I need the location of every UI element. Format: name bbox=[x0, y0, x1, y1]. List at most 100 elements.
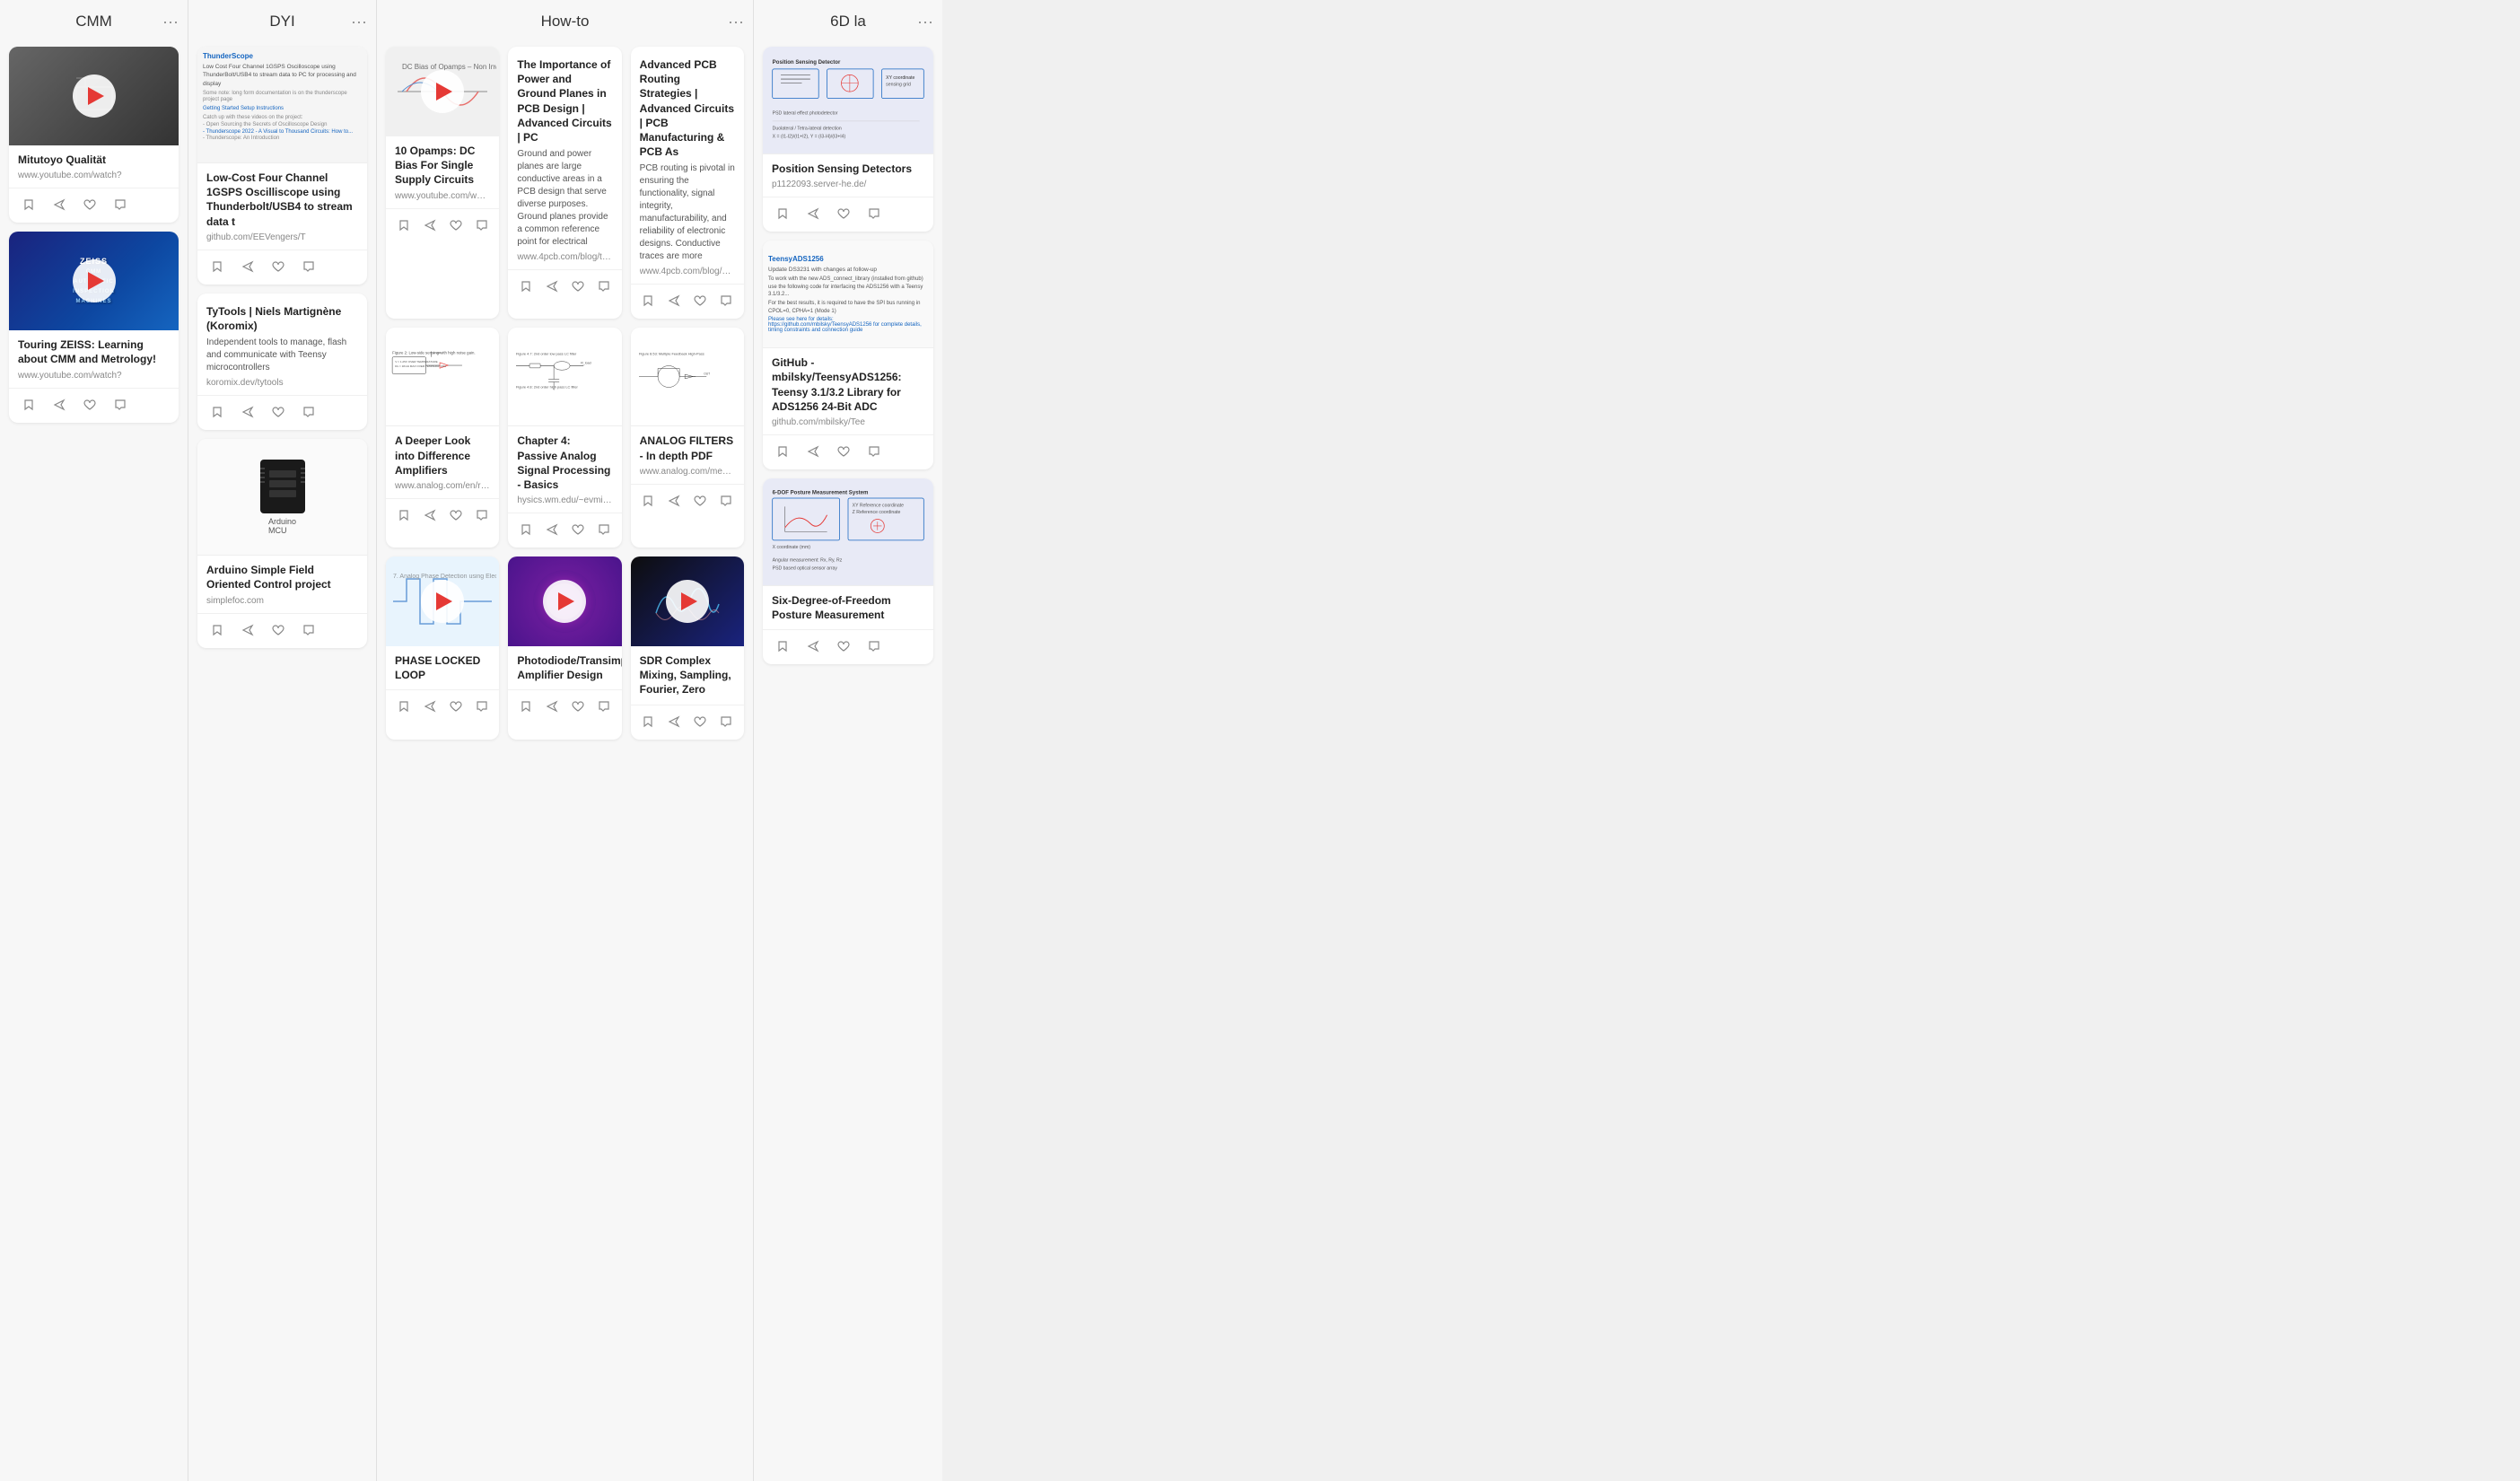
column-menu-cmm[interactable]: ··· bbox=[162, 13, 179, 31]
comment-btn-cmm-1[interactable] bbox=[106, 192, 135, 217]
bookmark-btn-howto-7[interactable] bbox=[391, 694, 416, 719]
comment-btn-6d-3[interactable] bbox=[860, 634, 888, 659]
card-howto-1[interactable]: DC Bias of Opamps – Non Inverting Amplif… bbox=[386, 47, 499, 319]
share-btn-howto-5[interactable] bbox=[539, 517, 564, 542]
bookmark-btn-howto-1[interactable] bbox=[391, 213, 416, 238]
share-btn-dyi-2[interactable] bbox=[233, 399, 262, 425]
card-cmm-1[interactable]: Mitutoyo Qualität www.youtube.com/watch? bbox=[9, 47, 179, 223]
heart-btn-6d-2[interactable] bbox=[829, 439, 858, 464]
bookmark-btn-6d-3[interactable] bbox=[768, 634, 797, 659]
heart-btn-cmm-2[interactable] bbox=[75, 392, 104, 417]
heart-btn-howto-9[interactable] bbox=[688, 709, 713, 734]
heart-btn-howto-1[interactable] bbox=[443, 213, 468, 238]
column-menu-6d[interactable]: ··· bbox=[917, 13, 933, 31]
share-btn-howto-1[interactable] bbox=[417, 213, 442, 238]
card-content-howto-6: ANALOG FILTERS - In depth PDF www.analog… bbox=[631, 426, 744, 483]
bookmark-btn-howto-3[interactable] bbox=[636, 288, 661, 313]
heart-btn-dyi-2[interactable] bbox=[264, 399, 293, 425]
heart-btn-6d-3[interactable] bbox=[829, 634, 858, 659]
share-btn-howto-4[interactable] bbox=[417, 503, 442, 528]
heart-btn-howto-7[interactable] bbox=[443, 694, 468, 719]
share-btn-howto-9[interactable] bbox=[662, 709, 687, 734]
comment-btn-dyi-3[interactable] bbox=[294, 618, 323, 643]
heart-btn-howto-8[interactable] bbox=[565, 694, 590, 719]
card-howto-5[interactable]: Figure 4.7: 2nd order low pass LC filter… bbox=[508, 328, 621, 548]
comment-btn-howto-3[interactable] bbox=[714, 288, 739, 313]
share-btn-6d-3[interactable] bbox=[799, 634, 827, 659]
share-btn-howto-7[interactable] bbox=[417, 694, 442, 719]
heart-btn-dyi-1[interactable] bbox=[264, 254, 293, 279]
comment-btn-howto-2[interactable] bbox=[592, 274, 617, 299]
card-cmm-2[interactable]: ZEISS CMM AUTOMATICINSPECTIONMACHINES To… bbox=[9, 232, 179, 422]
card-howto-3[interactable]: Advanced PCB Routing Strategies | Advanc… bbox=[631, 47, 744, 319]
heart-btn-howto-6[interactable] bbox=[688, 488, 713, 513]
card-howto-7[interactable]: 7. Analog Phase Detection using Electron… bbox=[386, 556, 499, 740]
heart-btn-cmm-1[interactable] bbox=[75, 192, 104, 217]
card-howto-2[interactable]: The Importance of Power and Ground Plane… bbox=[508, 47, 621, 319]
card-howto-8[interactable]: Photodiode/Transimpedance Amplifier Desi… bbox=[508, 556, 621, 740]
bookmark-btn-6d-1[interactable] bbox=[768, 201, 797, 226]
heart-btn-howto-5[interactable] bbox=[565, 517, 590, 542]
card-howto-9[interactable]: SDR Complex Mixing, Sampling, Fourier, Z… bbox=[631, 556, 744, 740]
share-btn-cmm-1[interactable] bbox=[45, 192, 74, 217]
card-6d-2[interactable]: TeensyADS1256 Update DS3231 with changes… bbox=[763, 241, 933, 469]
bookmark-btn-howto-9[interactable] bbox=[636, 709, 661, 734]
heart-btn-6d-1[interactable] bbox=[829, 201, 858, 226]
bookmark-btn-dyi-2[interactable] bbox=[203, 399, 232, 425]
bookmark-btn-howto-8[interactable] bbox=[513, 694, 538, 719]
card-dyi-1[interactable]: ThunderScope Low Cost Four Channel 1GSPS… bbox=[197, 47, 367, 285]
bookmark-btn-howto-5[interactable] bbox=[513, 517, 538, 542]
share-btn-howto-2[interactable] bbox=[539, 274, 564, 299]
bookmark-btn-cmm-1[interactable] bbox=[14, 192, 43, 217]
comment-btn-6d-1[interactable] bbox=[860, 201, 888, 226]
column-menu-dyi[interactable]: ··· bbox=[351, 13, 367, 31]
card-howto-6[interactable]: Figure 8.53: Multiple Feedback High-Pass… bbox=[631, 328, 744, 548]
bookmark-btn-dyi-1[interactable] bbox=[203, 254, 232, 279]
card-howto-4[interactable]: Figure 2: Low-side sensing with high noi… bbox=[386, 328, 499, 548]
bookmark-btn-6d-2[interactable] bbox=[768, 439, 797, 464]
share-btn-howto-3[interactable] bbox=[662, 288, 687, 313]
comment-btn-howto-9[interactable] bbox=[714, 709, 739, 734]
comment-btn-dyi-1[interactable] bbox=[294, 254, 323, 279]
card-actions-cmm-1 bbox=[9, 188, 179, 223]
bookmark-btn-cmm-2[interactable] bbox=[14, 392, 43, 417]
bookmark-btn-dyi-3[interactable] bbox=[203, 618, 232, 643]
card-6d-1[interactable]: Position Sensing Detector XY coordinate … bbox=[763, 47, 933, 232]
column-cards-dyi: ThunderScope Low Cost Four Channel 1GSPS… bbox=[188, 39, 376, 655]
play-button-howto-7[interactable] bbox=[421, 580, 464, 623]
bookmark-btn-howto-2[interactable] bbox=[513, 274, 538, 299]
share-btn-6d-2[interactable] bbox=[799, 439, 827, 464]
heart-btn-howto-4[interactable] bbox=[443, 503, 468, 528]
card-dyi-3[interactable]: ArduinoMCU Arduino Simple Field Oriented… bbox=[197, 439, 367, 647]
comment-btn-cmm-2[interactable] bbox=[106, 392, 135, 417]
card-dyi-2[interactable]: TyTools | Niels Martignène (Koromix) Ind… bbox=[197, 294, 367, 430]
bookmark-btn-howto-6[interactable] bbox=[636, 488, 661, 513]
share-btn-dyi-3[interactable] bbox=[233, 618, 262, 643]
comment-btn-dyi-2[interactable] bbox=[294, 399, 323, 425]
card-thumbnail-cmm-2: ZEISS CMM AUTOMATICINSPECTIONMACHINES bbox=[9, 232, 179, 330]
comment-btn-howto-6[interactable] bbox=[714, 488, 739, 513]
share-btn-6d-1[interactable] bbox=[799, 201, 827, 226]
heart-btn-howto-3[interactable] bbox=[688, 288, 713, 313]
card-actions-howto-8 bbox=[508, 689, 621, 724]
play-button-cmm-2[interactable] bbox=[73, 259, 116, 302]
column-menu-howto[interactable]: ··· bbox=[728, 13, 744, 31]
comment-btn-howto-5[interactable] bbox=[592, 517, 617, 542]
comment-btn-6d-2[interactable] bbox=[860, 439, 888, 464]
card-6d-3[interactable]: 6-DOF Posture Measurement System X coord… bbox=[763, 478, 933, 664]
share-btn-cmm-2[interactable] bbox=[45, 392, 74, 417]
comment-btn-howto-1[interactable] bbox=[469, 213, 494, 238]
play-button-cmm-1[interactable] bbox=[73, 74, 116, 118]
share-btn-howto-6[interactable] bbox=[662, 488, 687, 513]
card-title-cmm-2: Touring ZEISS: Learning about CMM and Me… bbox=[18, 337, 170, 366]
share-btn-dyi-1[interactable] bbox=[233, 254, 262, 279]
comment-btn-howto-8[interactable] bbox=[592, 694, 617, 719]
heart-btn-dyi-3[interactable] bbox=[264, 618, 293, 643]
share-btn-howto-8[interactable] bbox=[539, 694, 564, 719]
heart-btn-howto-2[interactable] bbox=[565, 274, 590, 299]
bookmark-btn-howto-4[interactable] bbox=[391, 503, 416, 528]
play-button-howto-1[interactable] bbox=[421, 70, 464, 113]
comment-btn-howto-7[interactable] bbox=[469, 694, 494, 719]
play-button-howto-9[interactable] bbox=[666, 580, 709, 623]
comment-btn-howto-4[interactable] bbox=[469, 503, 494, 528]
